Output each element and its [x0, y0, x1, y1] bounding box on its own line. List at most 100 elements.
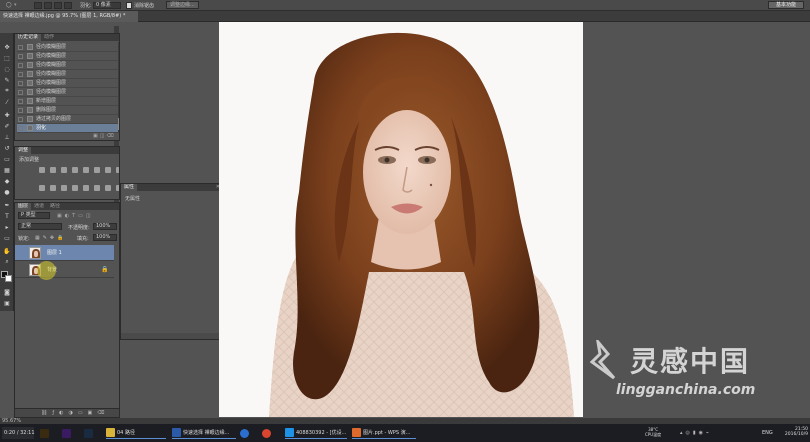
tool-preset-chevron-icon[interactable]: ▾ — [14, 2, 17, 8]
history-source-checkbox[interactable] — [18, 117, 23, 122]
new-selection-icon[interactable] — [34, 2, 42, 9]
app-icon-ai[interactable] — [40, 427, 51, 439]
refine-edge-button[interactable]: 调整边缘... — [166, 1, 199, 9]
feather-input[interactable]: 0 像素 — [93, 2, 121, 9]
hue-saturation-icon[interactable] — [94, 167, 100, 173]
fill-input[interactable]: 100% — [93, 234, 117, 241]
lasso-tool-icon[interactable]: ◯ — [6, 2, 12, 8]
layer-filter-select[interactable]: P 类型 — [18, 212, 50, 219]
history-item[interactable]: 新增图层 — [17, 97, 119, 106]
lock-icons[interactable]: ▦✎✥🔒 — [35, 235, 66, 241]
blend-mode-select[interactable]: 正常 — [18, 223, 62, 230]
history-scroll-thumb[interactable] — [118, 118, 119, 130]
taskbar-app-button[interactable]: 04 路径 — [106, 427, 166, 439]
clone-stamp-tool-icon[interactable]: ⊥ — [2, 133, 12, 141]
color-lookup-icon[interactable] — [61, 185, 67, 191]
tab-layers[interactable]: 图层 — [15, 203, 32, 210]
history-item[interactable]: 通过拷贝的图层 — [17, 115, 119, 124]
screen-mode-icon[interactable]: ▣ — [2, 299, 12, 307]
history-item[interactable]: 羽化 — [17, 124, 119, 133]
gradient-tool-icon[interactable]: ▦ — [2, 166, 12, 174]
history-item[interactable]: 径向模糊图层 — [17, 61, 119, 70]
history-source-checkbox[interactable] — [18, 99, 23, 104]
history-item[interactable]: 径向模糊图层 — [17, 70, 119, 79]
history-item[interactable]: 径向模糊图层 — [17, 43, 119, 52]
document-tab[interactable]: 快速选择 裸眼边缘.jpg @ 95.7% (图层 1, RGB/8#) * — [0, 11, 138, 22]
layer-filter-icons[interactable]: ▣◐T▭◫ — [57, 213, 94, 219]
curves-icon[interactable] — [61, 167, 67, 173]
app-icon-weibo[interactable] — [262, 427, 273, 439]
healing-brush-tool-icon[interactable]: ✚ — [2, 111, 12, 119]
quick-select-tool-icon[interactable]: ✎ — [2, 76, 12, 84]
marquee-tool-icon[interactable]: ⬚ — [2, 54, 12, 62]
antialias-checkbox[interactable] — [126, 2, 132, 9]
tab-properties[interactable]: 属性 — [121, 184, 138, 191]
pen-tool-icon[interactable]: ✒ — [2, 201, 12, 209]
background-color-swatch[interactable] — [5, 275, 12, 282]
history-source-checkbox[interactable] — [18, 90, 23, 95]
history-scrollbar[interactable] — [118, 42, 119, 132]
history-item[interactable]: 删除图层 — [17, 106, 119, 115]
tab-adjustments[interactable]: 调整 — [15, 147, 32, 154]
blur-tool-icon[interactable]: ◆ — [2, 177, 12, 185]
move-tool-icon[interactable]: ✥ — [2, 43, 12, 51]
app-icon-lr[interactable] — [84, 427, 95, 439]
subtract-selection-icon[interactable] — [54, 2, 62, 9]
tab-history[interactable]: 历史记录 — [15, 34, 42, 41]
history-item[interactable]: 径向模糊图层 — [17, 88, 119, 97]
photo-filter-icon[interactable] — [39, 185, 45, 191]
eraser-tool-icon[interactable]: ▭ — [2, 155, 12, 163]
history-source-checkbox[interactable] — [18, 108, 23, 113]
history-footer-icons[interactable]: ▣◫⌫ — [93, 133, 114, 139]
brush-tool-icon[interactable]: ✐ — [2, 122, 12, 130]
invert-icon[interactable] — [72, 185, 78, 191]
clock[interactable]: 21:50 2016/10/9 — [780, 427, 808, 439]
taskbar-app-button[interactable]: 图片.ppt - WPS 演... — [352, 427, 416, 439]
app-icon-browser[interactable] — [240, 427, 251, 439]
hand-tool-icon[interactable]: ✋ — [2, 247, 12, 255]
levels-icon[interactable] — [50, 167, 56, 173]
quick-mask-icon[interactable]: ◙ — [2, 288, 12, 296]
tab-actions[interactable]: 动作 — [41, 34, 57, 41]
black-white-icon[interactable] — [116, 167, 119, 173]
type-tool-icon[interactable]: T — [2, 212, 12, 220]
tab-channels[interactable]: 通道 — [31, 203, 47, 210]
app-icon-ae[interactable] — [62, 427, 73, 439]
history-source-checkbox[interactable] — [18, 54, 23, 59]
layers-footer-icons[interactable]: ⛓ƒ◐◑▭▣⌫ — [15, 408, 119, 417]
history-brush-tool-icon[interactable]: ↺ — [2, 144, 12, 152]
add-selection-icon[interactable] — [44, 2, 52, 9]
vibrance-icon[interactable] — [83, 167, 89, 173]
eyedropper-tool-icon[interactable]: ⁄ — [2, 98, 12, 106]
crop-tool-icon[interactable]: ⌗ — [2, 87, 12, 95]
history-item[interactable]: 径向模糊图层 — [17, 52, 119, 61]
layer-row[interactable]: 图层 1 — [15, 245, 114, 261]
shape-tool-icon[interactable]: ▭ — [2, 234, 12, 242]
gradient-map-icon[interactable] — [105, 185, 111, 191]
brightness-icon[interactable] — [39, 167, 45, 173]
opacity-input[interactable]: 100% — [93, 223, 117, 230]
input-language[interactable]: ENG — [762, 427, 773, 439]
lasso-tool-icon[interactable]: ◌ — [2, 65, 12, 73]
history-item[interactable]: 径向模糊图层 — [17, 79, 119, 88]
document-canvas[interactable] — [219, 22, 583, 417]
layer-row[interactable]: 背景🔒 — [15, 262, 114, 278]
taskbar-app-button[interactable]: 快速选择 裸眼边缘... — [172, 427, 236, 439]
history-source-checkbox[interactable] — [18, 72, 23, 77]
posterize-icon[interactable] — [83, 185, 89, 191]
history-source-checkbox[interactable] — [18, 63, 23, 68]
history-source-checkbox[interactable] — [18, 45, 23, 50]
tab-paths[interactable]: 路径 — [47, 203, 63, 210]
channel-mixer-icon[interactable] — [50, 185, 56, 191]
color-balance-icon[interactable] — [105, 167, 111, 173]
threshold-icon[interactable] — [94, 185, 100, 191]
zoom-tool-icon[interactable]: ⌕ — [2, 258, 12, 266]
dodge-tool-icon[interactable]: ● — [2, 188, 12, 196]
history-source-checkbox[interactable] — [18, 81, 23, 86]
workspace-button[interactable]: 基本功能 — [768, 1, 804, 9]
history-source-checkbox[interactable] — [18, 126, 23, 131]
taskbar-app-button[interactable]: 408830392 - [优设... — [285, 427, 347, 439]
path-select-tool-icon[interactable]: ▸ — [2, 223, 12, 231]
tray-icons[interactable]: ▴◎▮◉⌁ — [680, 427, 712, 439]
intersect-selection-icon[interactable] — [64, 2, 72, 9]
